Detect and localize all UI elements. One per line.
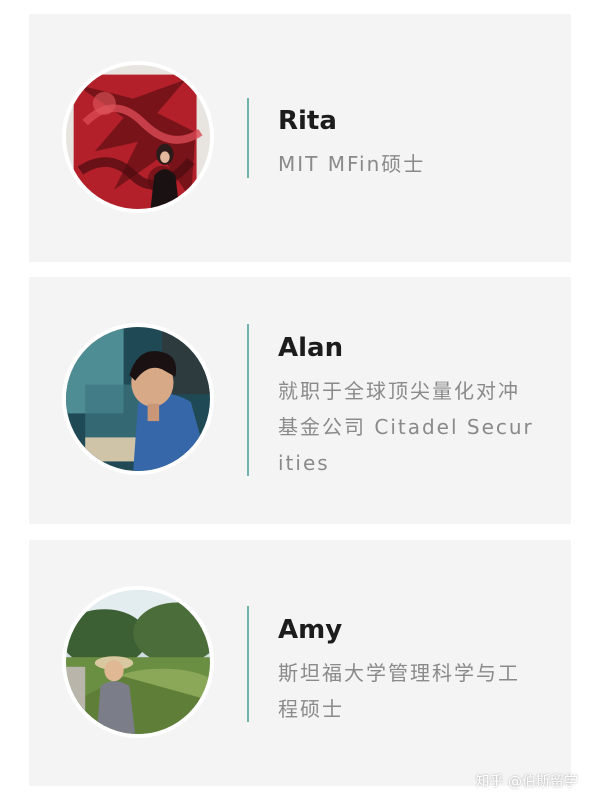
watermark: 知乎 @伯斯留学 [475, 774, 578, 790]
profile-text-amy: Amy 斯坦福大学管理科学与工程硕士 [278, 613, 540, 727]
profile-card-amy: Amy 斯坦福大学管理科学与工程硕士 [29, 540, 571, 786]
profile-name: Alan [278, 333, 344, 363]
profile-name: Amy [278, 615, 343, 645]
profile-description: 斯坦福大学管理科学与工程硕士 [278, 661, 520, 721]
avatar-rita [62, 61, 214, 213]
divider [247, 606, 249, 722]
profile-description: 就职于全球顶尖量化对冲基金公司 Citadel Securities [278, 379, 534, 475]
profile-card-alan: Alan 就职于全球顶尖量化对冲基金公司 Citadel Securities [29, 277, 571, 524]
profile-card-rita: Rita MIT MFin硕士 [29, 14, 571, 262]
divider [247, 98, 249, 178]
avatar-amy-photo [66, 590, 210, 734]
divider [247, 324, 249, 476]
avatar-alan [62, 323, 214, 475]
profile-text-rita: Rita MIT MFin硕士 [278, 104, 540, 182]
avatar-rita-photo [66, 65, 210, 209]
avatar-alan-photo [66, 327, 210, 471]
profile-text-alan: Alan 就职于全球顶尖量化对冲基金公司 Citadel Securities [278, 331, 540, 481]
avatar-amy [62, 586, 214, 738]
profile-name: Rita [278, 106, 337, 136]
profile-description: MIT MFin硕士 [278, 152, 426, 176]
